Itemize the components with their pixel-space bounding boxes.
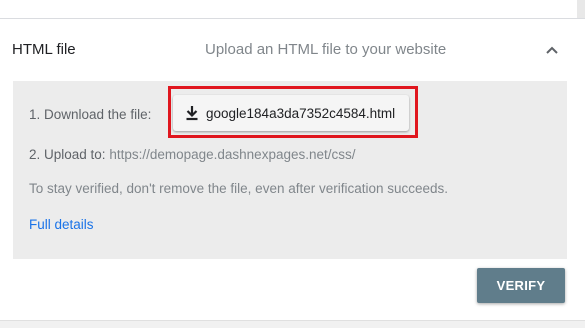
download-step-label: 1. Download the file: [29, 107, 152, 122]
top-divider [0, 0, 585, 19]
upload-step: 2. Upload to: https://demopage.dashnexpa… [29, 147, 356, 162]
upload-step-label: 2. Upload to: [29, 147, 106, 162]
section-description: Upload an HTML file to your website [205, 41, 447, 58]
download-file-name: google184a3da7352c4584.html [206, 105, 396, 121]
full-details-link[interactable]: Full details [29, 217, 94, 232]
verification-note: To stay verified, don't remove the file,… [29, 181, 449, 196]
download-icon [183, 104, 201, 122]
scrollbar-edge [577, 0, 585, 18]
section-title: HTML file [12, 41, 76, 58]
chevron-up-icon[interactable] [540, 39, 564, 63]
verify-button[interactable]: VERIFY [477, 268, 565, 303]
download-file-button[interactable]: google184a3da7352c4584.html [173, 95, 409, 131]
upload-url: https://demopage.dashnexpages.net/css/ [109, 147, 356, 162]
html-file-section-header[interactable]: HTML file Upload an HTML file to your we… [0, 19, 585, 79]
verification-instructions-panel: 1. Download the file: google184a3da7352c… [13, 81, 567, 259]
